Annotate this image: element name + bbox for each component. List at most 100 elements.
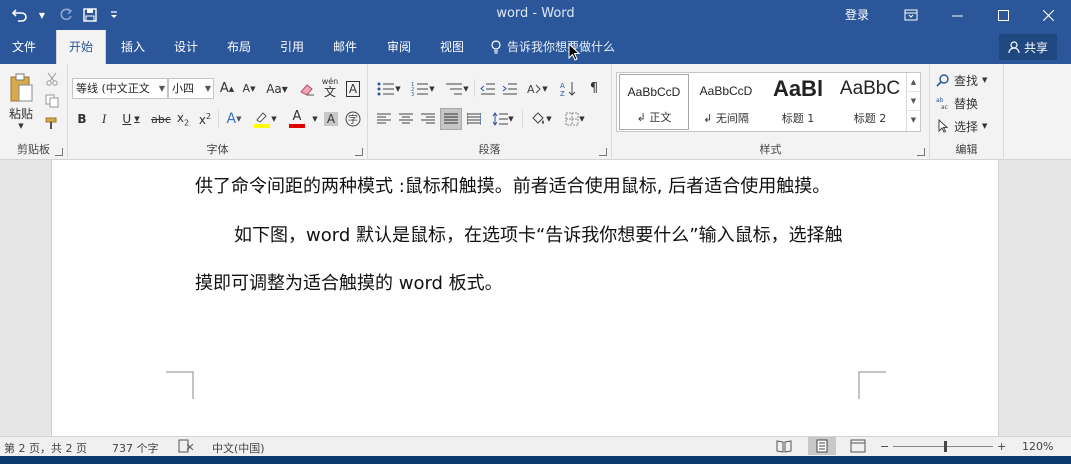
decrease-indent-icon	[480, 83, 495, 94]
enclose-characters-button[interactable]: 字	[344, 109, 362, 129]
font-color-button[interactable]: A	[284, 108, 310, 130]
font-size-combo[interactable]: 小四 ▼	[168, 78, 214, 99]
numbering-icon: 123	[411, 82, 429, 96]
multilevel-list-button[interactable]: ▼	[442, 78, 472, 99]
character-border-button[interactable]: A	[344, 78, 362, 99]
align-center-button[interactable]	[396, 109, 416, 129]
signin-link[interactable]: 登录	[845, 6, 869, 23]
align-left-button[interactable]	[374, 109, 394, 129]
ribbon-display-options-button[interactable]	[888, 0, 934, 30]
copy-button[interactable]	[42, 92, 62, 110]
line-spacing-button[interactable]: ▼	[488, 109, 518, 129]
tab-insert[interactable]: 插入	[110, 30, 156, 64]
share-button[interactable]: 共享	[999, 34, 1057, 60]
zoom-level[interactable]: 120%	[1022, 440, 1053, 453]
style-no-spacing[interactable]: AaBbCcD ↲ 无间隔	[691, 74, 761, 130]
styles-more-button[interactable]: ▼	[907, 111, 920, 130]
web-layout-button[interactable]	[850, 439, 866, 456]
highlight-color-button[interactable]: ▼	[252, 108, 278, 130]
undo-dropdown-button[interactable]: ▼	[32, 5, 52, 25]
maximize-button[interactable]	[980, 0, 1026, 30]
proofing-button[interactable]	[178, 439, 194, 456]
sort-button[interactable]: AZ	[558, 78, 578, 99]
grow-font-icon: A	[219, 81, 229, 96]
zoom-in-button[interactable]: +	[997, 440, 1006, 453]
tab-home[interactable]: 开始	[56, 30, 106, 64]
strikethrough-button[interactable]: abc	[150, 109, 172, 129]
page-count[interactable]: 第 2 页，共 2 页	[4, 440, 87, 456]
subscript-button[interactable]: x2	[174, 109, 192, 129]
style-no-spacing-name: ↲ 无间隔	[703, 112, 749, 125]
phonetic-guide-button[interactable]: wén 文	[320, 76, 340, 100]
language-indicator[interactable]: 中文(中国)	[212, 440, 265, 456]
numbering-button[interactable]: 1 2 3 ▼	[408, 78, 438, 99]
tell-me-box[interactable]: 告诉我你想要做什么	[490, 30, 615, 64]
replace-button[interactable]: ab ac 替换	[936, 93, 1000, 113]
distributed-button[interactable]	[464, 109, 484, 129]
font-launcher-button[interactable]	[355, 148, 363, 156]
borders-button[interactable]: ▼	[560, 109, 590, 129]
style-heading-2[interactable]: AaBbC 标题 2	[835, 74, 905, 130]
tab-mailings[interactable]: 邮件	[322, 30, 368, 64]
find-button[interactable]: 查找 ▼	[936, 70, 1000, 90]
show-marks-button[interactable]: ¶	[584, 78, 604, 99]
tab-design[interactable]: 设计	[163, 30, 209, 64]
font-color-dropdown-button[interactable]: ▼	[310, 109, 320, 129]
shrink-font-button[interactable]: A ▼	[240, 78, 258, 99]
styles-scroll-down-button[interactable]: ▼	[907, 92, 920, 111]
document-page[interactable]: 供了命令间距的两种模式 :鼠标和触摸。前者适合使用鼠标, 后者适合使用触摸。 如…	[51, 160, 999, 436]
save-button[interactable]	[80, 5, 100, 25]
mouse-cursor-icon	[568, 43, 580, 61]
styles-scroll-up-button[interactable]: ▲	[907, 73, 920, 92]
underline-button[interactable]: U ▼	[118, 109, 144, 129]
style-normal[interactable]: AaBbCcD ↲ 正文	[619, 74, 689, 130]
character-shading-button[interactable]: A	[322, 109, 340, 129]
decrease-indent-button[interactable]	[478, 78, 498, 99]
style-heading-1[interactable]: AaBl 标题 1	[763, 74, 833, 130]
text-effects-button[interactable]: A ▼	[222, 109, 246, 129]
select-button[interactable]: 选择 ▼	[936, 116, 1000, 136]
redo-button[interactable]	[56, 5, 76, 25]
tab-layout[interactable]: 布局	[216, 30, 262, 64]
cut-button[interactable]	[42, 70, 62, 88]
bullets-button[interactable]: ▼	[374, 78, 404, 99]
grow-font-button[interactable]: A ▲	[218, 78, 236, 99]
tab-file[interactable]: 文件	[0, 30, 48, 64]
close-button[interactable]	[1025, 0, 1071, 30]
minimize-button[interactable]	[934, 0, 980, 30]
svg-text:Z: Z	[560, 90, 565, 97]
read-mode-button[interactable]	[776, 439, 792, 456]
superscript-button[interactable]: x2	[196, 109, 214, 129]
zoom-slider-thumb[interactable]	[943, 441, 947, 452]
change-case-button[interactable]: Aa▾	[262, 78, 292, 99]
tab-references[interactable]: 引用	[269, 30, 315, 64]
undo-button[interactable]	[10, 5, 30, 25]
style-no-spacing-sample: AaBbCcD	[699, 84, 753, 98]
italic-icon: I	[101, 111, 107, 126]
customize-qat-button[interactable]	[104, 5, 124, 25]
styles-launcher-button[interactable]	[917, 148, 925, 156]
word-count[interactable]: 737 个字	[112, 440, 159, 456]
tab-review[interactable]: 审阅	[376, 30, 422, 64]
shading-button[interactable]: ▼	[526, 109, 556, 129]
bold-icon: B	[77, 112, 87, 126]
find-label: 查找	[954, 73, 979, 88]
paragraph-launcher-button[interactable]	[599, 148, 607, 156]
clipboard-launcher-button[interactable]	[55, 148, 63, 156]
web-layout-icon	[850, 439, 866, 453]
clear-formatting-button[interactable]	[298, 78, 316, 99]
bold-button[interactable]: B	[74, 109, 90, 129]
underline-icon: U	[122, 112, 132, 126]
format-painter-button[interactable]	[42, 114, 62, 132]
zoom-out-button[interactable]: −	[880, 440, 889, 453]
asian-layout-button[interactable]: A ▼	[522, 78, 552, 99]
select-cursor-icon	[938, 119, 949, 133]
paste-button[interactable]: 粘贴 ▼	[4, 70, 38, 132]
increase-indent-button[interactable]	[500, 78, 520, 99]
align-right-button[interactable]	[418, 109, 438, 129]
font-name-combo[interactable]: 等线 (中文正文 ▼	[72, 78, 168, 99]
tab-view[interactable]: 视图	[429, 30, 475, 64]
justify-button[interactable]	[440, 108, 462, 130]
italic-button[interactable]: I	[96, 109, 112, 129]
print-layout-button[interactable]	[808, 437, 836, 455]
